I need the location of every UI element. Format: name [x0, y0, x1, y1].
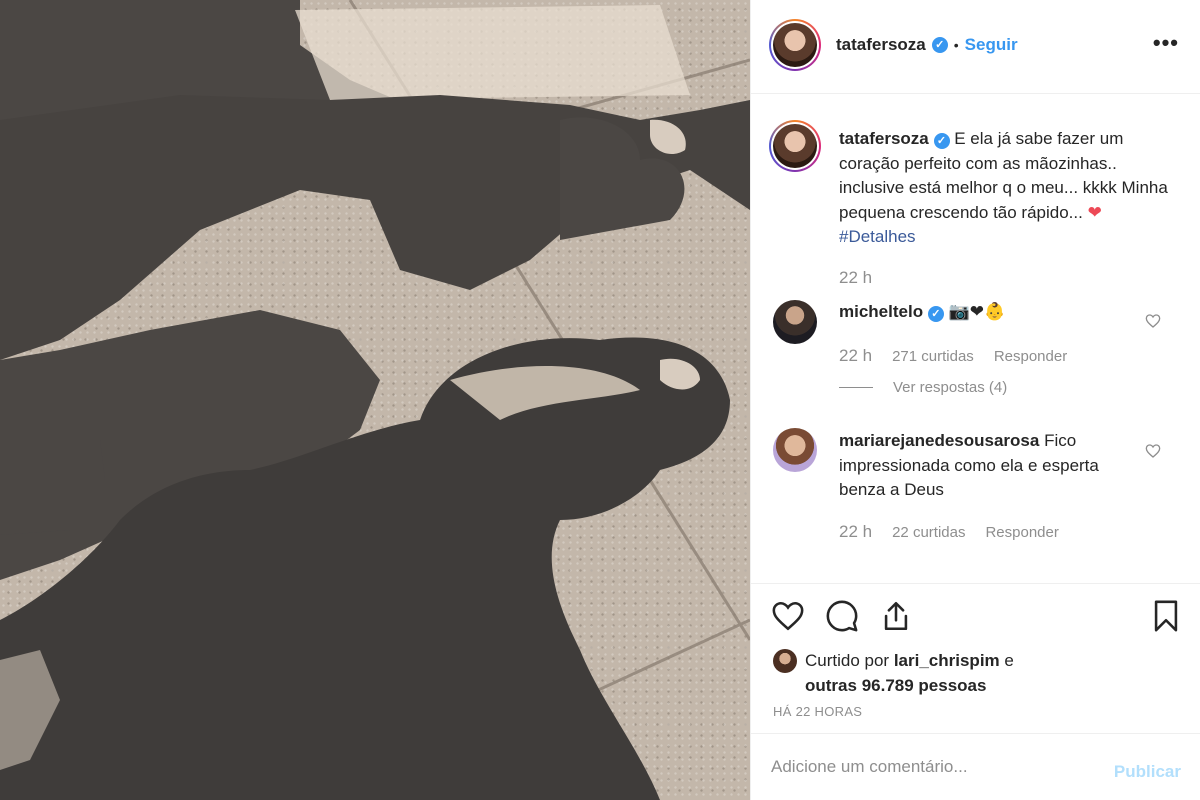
comment-likes[interactable]: 22 curtidas [892, 524, 965, 541]
reply-button[interactable]: Responder [994, 348, 1067, 365]
liked-by: Curtido por lari_chrispim e outras 96.78… [773, 648, 1014, 698]
liked-by-text: Curtido por lari_chrispim e outras 96.78… [805, 648, 1014, 698]
heart-emoji: ❤ [1087, 202, 1102, 222]
liker-avatar[interactable] [773, 649, 797, 673]
caption-text-block: tatafersoza ✓ E ela já sabe fazer um cor… [839, 127, 1169, 250]
commenter-username[interactable]: mariarejanedesousarosa [839, 431, 1039, 450]
post-photo[interactable] [0, 0, 750, 800]
liker-username[interactable]: lari_chrispim [894, 651, 1000, 670]
liked-prefix: Curtido por [805, 651, 894, 670]
commenter-avatar[interactable] [773, 300, 817, 344]
comment-likes[interactable]: 271 curtidas [892, 348, 974, 365]
others-prefix: outras [805, 676, 862, 695]
commenter-username[interactable]: micheltelo [839, 302, 923, 321]
share-icon[interactable] [879, 599, 913, 633]
comment-meta: 22 h 271 curtidas Responder [839, 346, 1067, 366]
liked-mid: e [999, 651, 1014, 670]
comment-time[interactable]: 22 h [839, 522, 872, 542]
post-header: tatafersoza ✓ • Seguir ••• [751, 0, 1200, 94]
comment-text-block: micheltelo ✓ 📷❤👶 [839, 300, 1129, 325]
verified-badge-icon: ✓ [931, 37, 948, 53]
comment-meta: 22 h 22 curtidas Responder [839, 522, 1059, 542]
author-avatar[interactable] [769, 19, 821, 71]
bookmark-icon[interactable] [1149, 599, 1183, 633]
separator-dot: • [953, 37, 959, 53]
heart-outline-icon[interactable] [771, 599, 805, 633]
publish-button[interactable]: Publicar [1114, 762, 1181, 782]
caption-hashtag[interactable]: #Detalhes [839, 227, 916, 246]
caption-time[interactable]: 22 h [839, 268, 872, 288]
more-options-icon[interactable]: ••• [1153, 30, 1179, 56]
author-username[interactable]: tatafersoza [836, 35, 926, 55]
commenter-avatar[interactable] [773, 428, 817, 472]
caption-username[interactable]: tatafersoza [839, 129, 929, 148]
post-timestamp[interactable]: HÁ 22 HORAS [773, 704, 862, 719]
comment-text: 📷❤👶 [948, 302, 1006, 321]
comment-time[interactable]: 22 h [839, 346, 872, 366]
comment-icon[interactable] [825, 599, 859, 633]
comment-like-icon[interactable] [1145, 313, 1161, 329]
replies-divider [839, 387, 873, 388]
view-replies-button[interactable]: Ver respostas (4) [839, 379, 1007, 396]
comment-text-block: mariarejanedesousarosa Fico impressionad… [839, 429, 1129, 503]
likes-count: 96.789 [861, 676, 914, 695]
verified-badge-icon: ✓ [933, 133, 950, 149]
shadow-image [0, 0, 750, 800]
comments-section: tatafersoza ✓ E ela já sabe fazer um cor… [751, 95, 1200, 582]
comment-input[interactable] [771, 754, 1091, 780]
post-details-panel: tatafersoza ✓ • Seguir ••• tatafersoza ✓… [750, 0, 1200, 800]
others-suffix: pessoas [913, 676, 987, 695]
post-actions: Curtido por lari_chrispim e outras 96.78… [751, 583, 1200, 733]
caption-avatar[interactable] [769, 120, 821, 172]
follow-button[interactable]: Seguir [965, 35, 1018, 55]
likes-count-link[interactable]: outras 96.789 pessoas [805, 676, 986, 695]
add-comment-bar: Publicar [751, 733, 1200, 800]
comment-like-icon[interactable] [1145, 443, 1161, 459]
view-replies-label: Ver respostas (4) [893, 379, 1008, 396]
reply-button[interactable]: Responder [985, 524, 1058, 541]
verified-badge-icon: ✓ [927, 306, 944, 322]
